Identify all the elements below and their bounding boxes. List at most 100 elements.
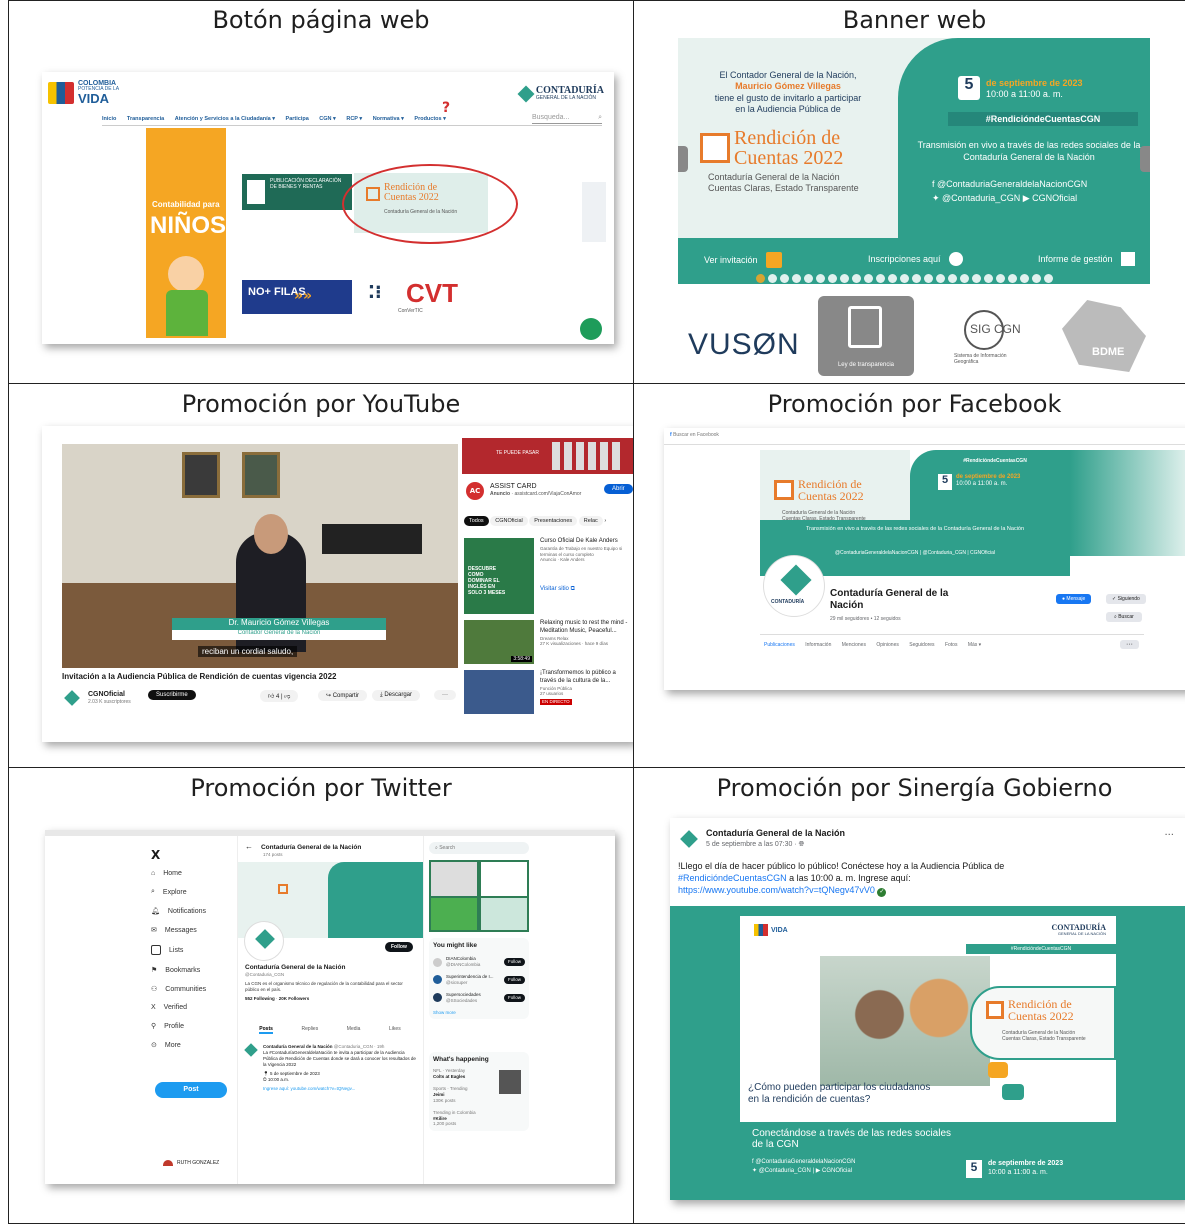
nav-item[interactable]: RCP ▾ bbox=[346, 116, 362, 122]
inscriptions-button[interactable]: Inscripciones aquí bbox=[868, 252, 963, 266]
social-facebook[interactable]: @ContaduriaGeneraldelaNacionCGN bbox=[937, 179, 1087, 189]
rec-thumbnail[interactable]: DESCUBRE COMO DOMINAR EL INGLÉS EN SOLO … bbox=[464, 538, 534, 614]
fb-more-button[interactable]: ··· bbox=[1120, 640, 1139, 649]
more-button[interactable]: ··· bbox=[434, 690, 456, 700]
following-count[interactable]: 552 Following bbox=[245, 996, 275, 1001]
fb-tab[interactable]: Menciones bbox=[842, 642, 866, 648]
fb-search-button[interactable]: ⌕ Buscar bbox=[1106, 612, 1142, 622]
profile-tab[interactable]: Posts bbox=[259, 1026, 273, 1034]
banner-slide[interactable]: El Contador General de la Nación, Mauric… bbox=[678, 38, 1150, 284]
fb-tab[interactable]: Más ▾ bbox=[968, 642, 981, 648]
fb-following-button[interactable]: ✓ Siguiendo bbox=[1106, 594, 1146, 604]
download-button[interactable]: ⤓ Descargar bbox=[372, 690, 421, 701]
colombia-map-logo[interactable]: BDME bbox=[1062, 300, 1146, 372]
rec-title[interactable]: ¡Transformemos lo público a través de la… bbox=[540, 670, 632, 686]
sidebar-item-profile[interactable]: ⚲ Profile bbox=[151, 1022, 206, 1031]
subscribe-button[interactable]: Suscribirme bbox=[148, 690, 196, 700]
fb-tab[interactable]: Fotos bbox=[945, 642, 958, 648]
next-slide-arrow[interactable] bbox=[1140, 146, 1150, 172]
chat-icon[interactable] bbox=[580, 318, 602, 340]
visit-site-button[interactable]: Visitar sitio ⧉ bbox=[540, 586, 575, 593]
post-button[interactable]: Post bbox=[155, 1082, 227, 1098]
cvt-banner[interactable]: ⁚⁝ CVT ConVerTIC bbox=[364, 278, 484, 314]
nav-item[interactable]: Atención y Servicios a la Ciudadanía ▾ bbox=[175, 116, 275, 122]
media-thumb[interactable] bbox=[431, 862, 477, 896]
nav-item[interactable]: Transparencia bbox=[127, 116, 164, 122]
followers-count[interactable]: 20K Followers bbox=[279, 996, 310, 1001]
sig-logo[interactable]: SIG CGN Sistema de Información Geográfic… bbox=[944, 300, 1024, 372]
suggestion-row[interactable]: DIANColombia @DIANColombia Follow bbox=[433, 956, 525, 968]
report-button[interactable]: Informe de gestión bbox=[1038, 252, 1135, 266]
sidebar-item-home[interactable]: ⌂ Home bbox=[151, 870, 206, 877]
sidebar-item-bookmarks[interactable]: ⚑ Bookmarks bbox=[151, 966, 206, 975]
sidebar-item-more[interactable]: ⊙ More bbox=[151, 1041, 206, 1050]
fb-page-avatar[interactable]: CONTADURÍA bbox=[764, 556, 824, 616]
declaracion-card[interactable]: PUBLICACIÓN DECLARACIÓN DE BIENES Y RENT… bbox=[242, 174, 352, 210]
kids-banner[interactable]: Contabilidad para NIÑOS bbox=[146, 128, 226, 338]
rec-thumbnail[interactable]: 3:58:49 bbox=[464, 620, 534, 664]
profile-tab[interactable]: Media bbox=[347, 1026, 361, 1034]
fb-tab[interactable]: Seguidores bbox=[909, 642, 934, 648]
x-logo-icon[interactable]: X bbox=[151, 848, 160, 862]
transparency-logo[interactable]: Ley de transparencia bbox=[818, 296, 914, 376]
nav-item[interactable]: Participa bbox=[286, 116, 309, 122]
video-player[interactable]: Dr. Mauricio Gómez Villegas Contador Gen… bbox=[62, 444, 458, 668]
fb-search[interactable]: f Buscar en Facebook bbox=[670, 432, 719, 438]
like-button[interactable]: 👍︎ 4 | 👎︎ bbox=[260, 690, 299, 702]
side-widget[interactable] bbox=[582, 182, 606, 242]
media-thumb[interactable] bbox=[481, 898, 527, 930]
fb-message-button[interactable]: ● Mensaje bbox=[1056, 594, 1092, 604]
sidebar-item-communities[interactable]: ⚇ Communities bbox=[151, 985, 206, 994]
rec-title[interactable]: Curso Oficial De Kale Anders bbox=[540, 538, 632, 546]
media-thumb[interactable] bbox=[431, 898, 477, 930]
sidebar-item-lists[interactable]: Lists bbox=[151, 945, 206, 955]
post-hashtag[interactable]: #RendicióndeCuentasCGN bbox=[678, 873, 787, 883]
nofilas-banner[interactable]: NO+ FILAS »» bbox=[242, 280, 352, 314]
suggestion-row[interactable]: Superintendencia de I... @sicsuper Follow bbox=[433, 974, 525, 986]
account-switcher[interactable]: RUTH GONZALEZ bbox=[163, 1160, 219, 1166]
back-arrow-icon[interactable]: ← bbox=[245, 842, 253, 851]
twitter-search-input[interactable]: ⌕ Search bbox=[429, 842, 529, 854]
post-menu-icon[interactable]: ··· bbox=[1164, 830, 1174, 841]
profile-tab[interactable]: Replies bbox=[302, 1026, 319, 1034]
fb-tab[interactable]: Información bbox=[805, 642, 831, 648]
prev-slide-arrow[interactable] bbox=[678, 146, 688, 172]
slide-dots[interactable] bbox=[756, 268, 1056, 287]
tweet[interactable]: Contaduría General de la Nación @Contadu… bbox=[263, 1044, 419, 1092]
chip[interactable]: Relac bbox=[578, 516, 603, 526]
follow-button[interactable]: Follow bbox=[385, 942, 413, 952]
rec-title[interactable]: Relaxing music to rest the mind - Medita… bbox=[540, 620, 632, 636]
sidebar-item-explore[interactable]: ⌕ Explore bbox=[151, 888, 206, 896]
social-twitter[interactable]: @Contaduria_CGN bbox=[942, 193, 1020, 203]
suggestion-row[interactable]: Supersociedades @SSociedades Follow bbox=[433, 992, 525, 1004]
tweet-avatar[interactable] bbox=[244, 1043, 258, 1057]
cgn-logo[interactable]: CONTADURÍA GENERAL DE LA NACIÓN bbox=[517, 85, 604, 102]
vuson-logo[interactable]: VUSØN bbox=[688, 328, 800, 362]
chevron-right-icon[interactable]: › bbox=[604, 518, 606, 524]
tweet-link[interactable]: Ingrese aquí: youtube.com/watch?v=tQNegv… bbox=[263, 1086, 419, 1092]
invitation-button[interactable]: Ver invitación bbox=[704, 252, 782, 268]
share-button[interactable]: ↪ Compartir bbox=[318, 690, 368, 701]
media-grid[interactable] bbox=[429, 860, 529, 932]
post-link[interactable]: https://www.youtube.com/watch?v=tQNegv47… bbox=[678, 885, 875, 895]
nav-item[interactable]: CGN ▾ bbox=[319, 116, 336, 122]
search-input[interactable]: Busqueda... ⌕ bbox=[532, 114, 602, 124]
media-thumb[interactable] bbox=[481, 862, 527, 896]
ad-banner[interactable]: TE PUEDE PASAR bbox=[462, 438, 633, 474]
fb-tab[interactable]: Publicaciones bbox=[764, 642, 795, 648]
chip[interactable]: CGNOficial bbox=[490, 516, 528, 526]
profile-tab[interactable]: Likes bbox=[389, 1026, 401, 1034]
follow-suggestion-button[interactable]: Follow bbox=[503, 993, 525, 1002]
sidebar-item-notifications[interactable]: 🔔︎ Notifications bbox=[151, 907, 206, 916]
chip[interactable]: Todos bbox=[464, 516, 489, 526]
fb-tab[interactable]: Opiniones bbox=[876, 642, 899, 648]
rec-thumbnail[interactable] bbox=[464, 670, 534, 714]
post-author[interactable]: Contaduría General de la Nación bbox=[706, 828, 845, 840]
channel-avatar[interactable] bbox=[64, 690, 80, 706]
chip[interactable]: Presentaciones bbox=[529, 516, 578, 526]
show-more-link[interactable]: Show more bbox=[433, 1010, 525, 1016]
ad-open-button[interactable]: Abrir bbox=[604, 484, 633, 494]
post-avatar[interactable] bbox=[680, 830, 698, 848]
follow-suggestion-button[interactable]: Follow bbox=[503, 958, 525, 967]
trend-item[interactable]: Trending in Colombia #Kilire 1,200 posts bbox=[433, 1110, 525, 1128]
